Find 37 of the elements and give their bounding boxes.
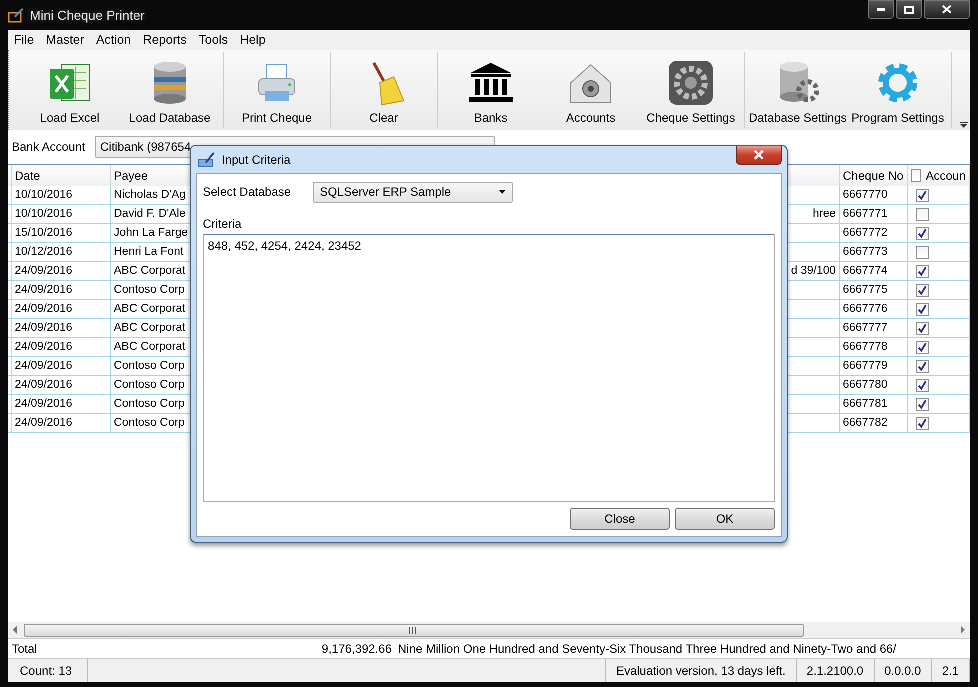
table-cell: 24/09/2016 (12, 262, 111, 280)
table-cell: 10/10/2016 (12, 186, 111, 204)
dialog-title: Input Criteria (222, 152, 291, 166)
table-cell: 6667772 (840, 224, 908, 242)
total-in-words: Nine Million One Hundred and Seventy-Six Thousand Three Hundred and Ninety-Two and 66/ (398, 642, 897, 656)
table-cell: 6667779 (840, 357, 908, 375)
table-cell: 24/09/2016 (12, 357, 111, 375)
table-cell: 24/09/2016 (12, 281, 111, 299)
table-cell: 24/09/2016 (12, 395, 111, 413)
status-text: 0.0.0.0 (874, 659, 932, 682)
status-text: 2.1 (932, 659, 970, 682)
table-cell: 6667778 (840, 338, 908, 356)
record-count: Count: 13 (8, 659, 88, 682)
table-cell: 6667771 (840, 205, 908, 223)
total-label: Total (12, 642, 38, 656)
status-text: Evaluation version, 13 days left. (606, 659, 797, 682)
total-amount: 9,176,392.66 (320, 642, 392, 656)
table-cell: 6667776 (840, 300, 908, 318)
table-cell: 6667780 (840, 376, 908, 394)
table-cell: 15/10/2016 (12, 224, 111, 242)
status-text: 2.1.2100.0 (796, 659, 875, 682)
table-cell: 10/10/2016 (12, 205, 111, 223)
table-cell: 6667773 (840, 243, 908, 261)
table-cell: 24/09/2016 (12, 338, 111, 356)
table-cell: 24/09/2016 (12, 319, 111, 337)
window-title: Mini Cheque Printer (30, 8, 145, 22)
field-label: Bank Account (12, 140, 86, 154)
table-cell: 24/09/2016 (12, 300, 111, 318)
table-cell: 6667775 (840, 281, 908, 299)
table-cell: 24/09/2016 (12, 376, 111, 394)
table-cell: 10/12/2016 (12, 243, 111, 261)
table-cell: 6667782 (840, 414, 908, 432)
table-cell: 6667777 (840, 319, 908, 337)
table-cell: 24/09/2016 (12, 414, 111, 432)
table-cell: 6667781 (840, 395, 908, 413)
table-cell: 6667774 (840, 262, 908, 280)
table-cell: 6667770 (840, 186, 908, 204)
